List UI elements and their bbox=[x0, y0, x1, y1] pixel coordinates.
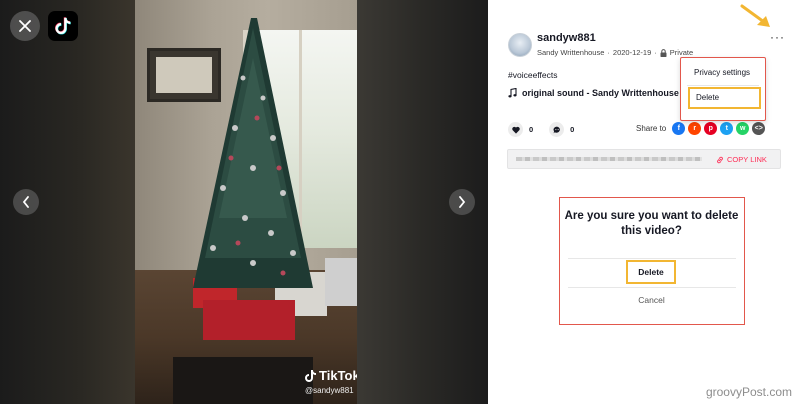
comment-count: 0 bbox=[570, 125, 575, 134]
video-stage: TikTok @sandyw881 bbox=[0, 0, 488, 404]
video-details-panel: sandyw881 Sandy Writtenhouse · 2020-12-1… bbox=[488, 0, 800, 404]
post-meta: Sandy Writtenhouse · 2020-12-19 · Privat… bbox=[537, 48, 693, 57]
dialog-title: Are you sure you want to delete this vid… bbox=[564, 210, 739, 237]
meta-separator: · bbox=[607, 48, 610, 57]
share-row: Share to f r p t w <> bbox=[636, 122, 766, 135]
like-button[interactable] bbox=[508, 122, 523, 137]
caption-hashtag[interactable]: #voiceeffects bbox=[508, 70, 557, 80]
menu-divider bbox=[687, 85, 759, 86]
cancel-button[interactable]: Cancel bbox=[560, 295, 743, 305]
whatsapp-icon[interactable]: w bbox=[736, 122, 750, 135]
chevron-left-icon bbox=[22, 196, 29, 208]
reddit-icon[interactable]: r bbox=[688, 122, 702, 135]
tiktok-logo-icon bbox=[55, 17, 71, 35]
close-button[interactable] bbox=[10, 11, 40, 41]
dialog-divider bbox=[568, 287, 736, 288]
video-rug bbox=[173, 357, 313, 404]
video-gift bbox=[325, 258, 357, 306]
dialog-divider bbox=[568, 258, 736, 259]
tiktok-watermark: TikTok bbox=[305, 368, 357, 383]
annotation-arrow-icon bbox=[740, 4, 770, 27]
previous-video-button[interactable] bbox=[13, 189, 39, 215]
video-link-field[interactable]: COPY LINK bbox=[507, 149, 781, 169]
lock-icon bbox=[660, 48, 667, 57]
engagement-stats: 0 0 bbox=[508, 122, 574, 137]
tiktok-note-icon bbox=[305, 369, 316, 382]
share-label: Share to bbox=[636, 124, 667, 133]
blurred-link-text bbox=[516, 157, 702, 161]
avatar[interactable] bbox=[508, 33, 532, 57]
heart-icon bbox=[511, 126, 520, 134]
username[interactable]: sandyw881 bbox=[537, 32, 596, 44]
copy-link-button[interactable]: COPY LINK bbox=[716, 155, 767, 164]
video-player[interactable]: TikTok @sandyw881 bbox=[135, 0, 357, 404]
video-gift bbox=[203, 300, 295, 340]
author-name: Sandy Writtenhouse bbox=[537, 48, 605, 57]
privacy-settings-menu-item[interactable]: Privacy settings bbox=[694, 68, 750, 77]
tiktok-watermark-brand: TikTok bbox=[319, 368, 357, 383]
comment-button[interactable] bbox=[549, 122, 565, 137]
music-note-icon bbox=[508, 88, 517, 98]
confirm-delete-button[interactable]: Delete bbox=[626, 260, 676, 284]
more-options-menu: Privacy settings Delete bbox=[680, 57, 766, 121]
pinterest-icon[interactable]: p bbox=[704, 122, 718, 135]
post-date: 2020-12-19 bbox=[612, 48, 652, 57]
sound-name: original sound - Sandy Writtenhouse bbox=[522, 88, 679, 98]
meta-separator: · bbox=[654, 48, 657, 57]
sound-link[interactable]: original sound - Sandy Writtenhouse bbox=[508, 88, 688, 98]
chevron-right-icon bbox=[459, 196, 466, 208]
delete-menu-item[interactable]: Delete bbox=[688, 87, 761, 109]
copy-link-label: COPY LINK bbox=[727, 155, 767, 164]
next-video-button[interactable] bbox=[449, 189, 475, 215]
link-icon bbox=[717, 156, 723, 163]
more-options-button[interactable]: ··· bbox=[770, 30, 785, 44]
christmas-tree-image bbox=[193, 18, 313, 288]
visibility-label: Private bbox=[669, 48, 694, 57]
delete-confirmation-dialog: Are you sure you want to delete this vid… bbox=[559, 197, 745, 325]
site-watermark: groovyPost.com bbox=[705, 385, 792, 399]
close-icon bbox=[19, 20, 31, 32]
tiktok-logo[interactable] bbox=[48, 11, 78, 41]
facebook-icon[interactable]: f bbox=[672, 122, 686, 135]
comment-icon bbox=[553, 126, 560, 133]
twitter-icon[interactable]: t bbox=[720, 122, 734, 135]
like-count: 0 bbox=[529, 125, 534, 134]
tiktok-watermark-handle: @sandyw881 bbox=[305, 386, 354, 395]
embed-icon[interactable]: <> bbox=[752, 122, 766, 135]
